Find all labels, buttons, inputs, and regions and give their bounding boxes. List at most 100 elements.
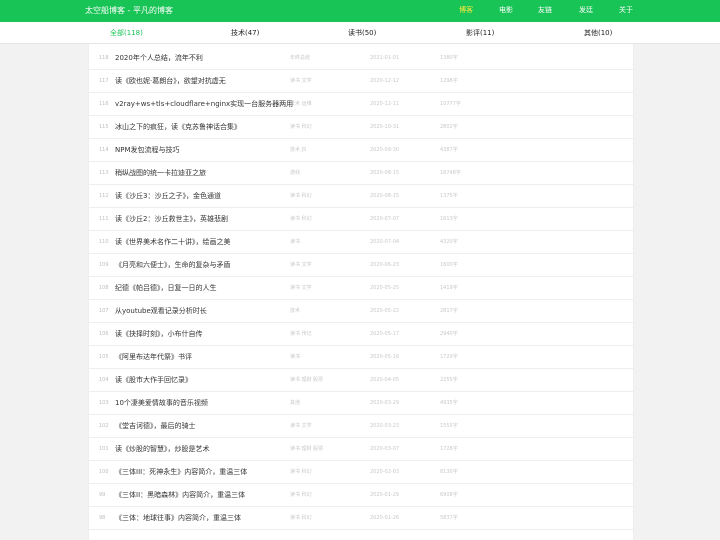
post-word-count: 1298字 — [440, 78, 458, 84]
post-row[interactable]: 111 读《沙丘2：沙丘救世主》，英雄悲剧 读书 科幻 2020-07-07 1613字 — [89, 208, 633, 231]
post-title-link[interactable]: 《三体III：死神永生》内容简介，重温三体 — [115, 461, 247, 484]
post-tags: 读书 科幻 — [290, 124, 312, 130]
post-number: 101 — [99, 446, 109, 452]
post-date: 2020-03-07 — [370, 446, 400, 452]
post-row[interactable]: 118 2020年个人总结，流年不利 年终总结 2021-01-01 1380字 — [89, 47, 633, 70]
nav-item-posts[interactable]: 发廷 — [579, 4, 593, 17]
post-number: 105 — [99, 354, 109, 360]
post-row[interactable]: 104 读《股市大作手回忆录》 读书 理财 股票 2020-04-05 2255字 — [89, 369, 633, 392]
post-tags: 技术 — [290, 308, 301, 314]
post-row[interactable]: 113 稍纵战图的统一卡拉迪亚之旅 游戏 2020-08-15 16748字 — [89, 162, 633, 185]
post-tags: 读书 文学 — [290, 285, 312, 291]
post-title-link[interactable]: 10个凄美爱情故事的音乐视频 — [115, 392, 208, 415]
post-number: 110 — [99, 239, 109, 245]
post-title-link[interactable]: 2020年个人总结，流年不利 — [115, 47, 203, 70]
post-title-link[interactable]: 读《沙丘3：沙丘之子》，金色通道 — [115, 185, 221, 208]
post-number: 108 — [99, 285, 109, 291]
post-date: 2020-06-23 — [370, 262, 400, 268]
post-date: 2020-05-25 — [370, 285, 400, 291]
post-number: 104 — [99, 377, 109, 383]
tab-tech[interactable]: 技术(47) — [231, 22, 259, 44]
post-tags: 读书 文学 — [290, 78, 312, 84]
post-row[interactable]: 114 NPM发包流程与技巧 技术 JS 2020-09-30 4387字 — [89, 139, 633, 162]
post-word-count: 4320字 — [440, 239, 458, 245]
post-date: 2020-08-15 — [370, 193, 400, 199]
post-row[interactable]: 116 v2ray+ws+tls+cloudflare+nginx实现一台服务器两… — [89, 93, 633, 116]
post-tags: 读书 科幻 — [290, 216, 312, 222]
post-row[interactable]: 98 《三体：地球往事》内容简介，重温三体 读书 科幻 2020-01-26 5837字 — [89, 507, 633, 530]
post-date: 2020-12-11 — [370, 101, 400, 107]
post-row[interactable]: 100 《三体III：死神永生》内容简介，重温三体 读书 科幻 2020-02-03 8… — [89, 461, 633, 484]
post-number: 103 — [99, 400, 109, 406]
main-nav: 博客 电影 友链 发廷 关于 — [0, 4, 720, 17]
post-row[interactable]: 112 读《沙丘3：沙丘之子》，金色通道 读书 科幻 2020-08-15 1375字 — [89, 185, 633, 208]
post-number: 107 — [99, 308, 109, 314]
post-title-link[interactable]: NPM发包流程与技巧 — [115, 139, 180, 162]
post-number: 98 — [99, 515, 106, 521]
post-title-link[interactable]: 读《沙丘2：沙丘救世主》，英雄悲剧 — [115, 208, 228, 231]
post-title-link[interactable]: 《三体II：黑暗森林》内容简介，重温三体 — [115, 484, 245, 507]
post-row[interactable]: 108 纪德《帕吕德》，日复一日的人生 读书 文学 2020-05-25 1419字 — [89, 277, 633, 300]
tab-reviews[interactable]: 影评(11) — [466, 22, 494, 44]
post-word-count: 1419字 — [440, 285, 458, 291]
post-title-link[interactable]: 《堂吉诃德》，最后的骑士 — [115, 415, 196, 438]
post-word-count: 2817字 — [440, 308, 458, 314]
post-word-count: 4935字 — [440, 400, 458, 406]
tab-reading[interactable]: 读书(50) — [348, 22, 376, 44]
post-number: 106 — [99, 331, 109, 337]
post-tags: 游戏 — [290, 170, 301, 176]
post-tags: 读书 文学 — [290, 423, 312, 429]
post-date: 2020-12-12 — [370, 78, 400, 84]
nav-item-about[interactable]: 关于 — [619, 4, 633, 17]
post-row[interactable]: 105 《阿里布达年代祭》书评 读书 2020-05-16 1729字 — [89, 346, 633, 369]
nav-item-movies[interactable]: 电影 — [499, 4, 513, 17]
post-date: 2020-01-26 — [370, 515, 400, 521]
post-row[interactable]: 110 读《世界美术名作二十讲》，绘画之美 读书 2020-07-04 4320字 — [89, 231, 633, 254]
post-title-link[interactable]: 从youtube观看记录分析时长 — [115, 300, 207, 323]
post-row[interactable]: 107 从youtube观看记录分析时长 技术 2020-05-22 2817字 — [89, 300, 633, 323]
post-title-link[interactable]: 稍纵战图的统一卡拉迪亚之旅 — [115, 162, 206, 185]
nav-item-blog[interactable]: 博客 — [459, 4, 473, 17]
post-number: 102 — [99, 423, 109, 429]
post-word-count: 4387字 — [440, 147, 458, 153]
post-word-count: 1380字 — [440, 55, 458, 61]
post-title-link[interactable]: 读《抉择时刻》，小布什自传 — [115, 323, 203, 346]
post-tags: 年终总结 — [290, 55, 311, 61]
tab-other[interactable]: 其他(10) — [584, 22, 612, 44]
nav-item-links[interactable]: 友链 — [538, 4, 552, 17]
post-word-count: 1729字 — [440, 354, 458, 360]
post-title-link[interactable]: 纪德《帕吕德》，日复一日的人生 — [115, 277, 217, 300]
post-word-count: 6908字 — [440, 492, 458, 498]
post-title-link[interactable]: 《月亮和六便士》，生命的复杂与矛盾 — [115, 254, 231, 277]
post-title-link[interactable]: 冰山之下的疯狂，读《克苏鲁神话合集》 — [115, 116, 241, 139]
post-tags: 读书 科幻 — [290, 515, 312, 521]
post-date: 2020-01-29 — [370, 492, 400, 498]
top-navbar: 太空船博客 - 平凡的博客 博客 电影 友链 发廷 关于 — [0, 0, 720, 22]
post-word-count: 16748字 — [440, 170, 461, 176]
post-row[interactable]: 103 10个凄美爱情故事的音乐视频 其他 2020-03-29 4935字 — [89, 392, 633, 415]
post-word-count: 1375字 — [440, 193, 458, 199]
post-row[interactable]: 115 冰山之下的疯狂，读《克苏鲁神话合集》 读书 科幻 2020-10-31 2802… — [89, 116, 633, 139]
post-row[interactable]: 99 《三体II：黑暗森林》内容简介，重温三体 读书 科幻 2020-01-29 690… — [89, 484, 633, 507]
post-title-link[interactable]: 《阿里布达年代祭》书评 — [115, 346, 192, 369]
post-title-link[interactable]: 《三体：地球往事》内容简介，重温三体 — [115, 507, 241, 530]
post-row[interactable]: 106 读《抉择时刻》，小布什自传 读书 传记 2020-05-17 2940字 — [89, 323, 633, 346]
post-tags: 读书 科幻 — [290, 469, 312, 475]
post-word-count: 2802字 — [440, 124, 458, 130]
post-title-link[interactable]: v2ray+ws+tls+cloudflare+nginx实现一台服务器两用 — [115, 93, 293, 116]
post-title-link[interactable]: 读《世界美术名作二十讲》，绘画之美 — [115, 231, 231, 254]
post-row[interactable]: 109 《月亮和六便士》，生命的复杂与矛盾 读书 文学 2020-06-23 1600字 — [89, 254, 633, 277]
post-date: 2020-05-16 — [370, 354, 400, 360]
post-title-link[interactable]: 读《股市大作手回忆录》 — [115, 369, 192, 392]
post-title-link[interactable]: 读《欧也妮·葛朗台》，欲望对抗虚无 — [115, 70, 226, 93]
post-number: 114 — [99, 147, 109, 153]
post-row[interactable]: 102 《堂吉诃德》，最后的骑士 读书 文学 2020-03-23 1555字 — [89, 415, 633, 438]
post-tags: 技术 JS — [290, 147, 307, 153]
post-title-link[interactable]: 读《炒股的智慧》，炒股是艺术 — [115, 438, 210, 461]
tab-all[interactable]: 全部(118) — [110, 22, 143, 44]
post-tags: 读书 传记 — [290, 331, 312, 337]
post-word-count: 2255字 — [440, 377, 458, 383]
post-number: 112 — [99, 193, 109, 199]
post-row[interactable]: 101 读《炒股的智慧》，炒股是艺术 读书 理财 股票 2020-03-07 1728字 — [89, 438, 633, 461]
post-row[interactable]: 117 读《欧也妮·葛朗台》，欲望对抗虚无 读书 文学 2020-12-12 1298字 — [89, 70, 633, 93]
